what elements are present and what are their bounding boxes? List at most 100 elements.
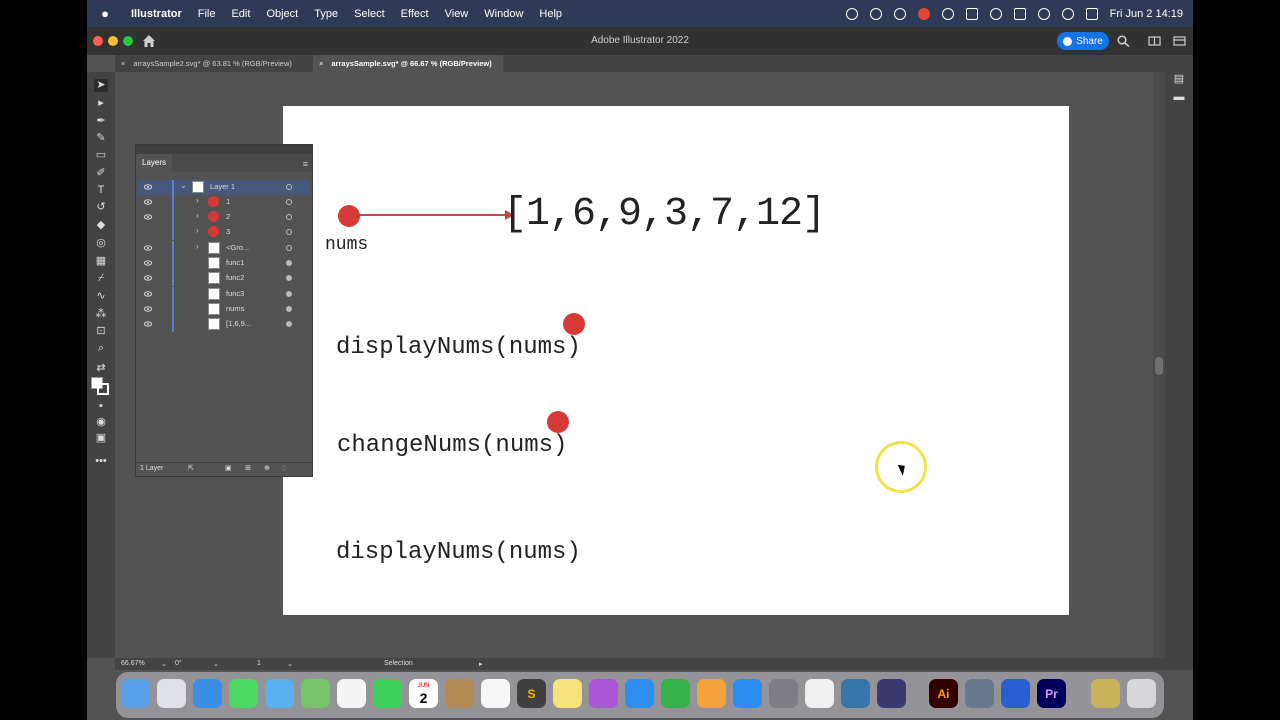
- chevron-right-icon[interactable]: ›: [196, 226, 199, 235]
- visibility-eye-icon[interactable]: [143, 320, 153, 328]
- visibility-eye-icon[interactable]: [143, 259, 153, 267]
- artboard-number[interactable]: 1: [257, 660, 261, 667]
- swap-fill-stroke-icon[interactable]: ⇄: [94, 362, 108, 375]
- layer-row-layer1[interactable]: ⌄ Layer 1: [138, 180, 310, 195]
- draw-mode-icon[interactable]: ◉: [94, 416, 108, 429]
- layer-row-1[interactable]: › 1: [138, 195, 310, 210]
- menu-view[interactable]: View: [437, 8, 477, 20]
- func2-text[interactable]: changeNums(nums): [337, 432, 567, 459]
- system-settings-icon[interactable]: [769, 679, 798, 708]
- keynote-icon[interactable]: [625, 679, 654, 708]
- rotate-tool-icon[interactable]: ↺: [94, 201, 108, 214]
- blend-tool-icon[interactable]: ∿: [94, 290, 108, 303]
- vertical-scrollbar[interactable]: [1153, 72, 1165, 658]
- curvature-tool-icon[interactable]: ✎: [94, 132, 108, 145]
- sublayer-name[interactable]: 2: [226, 212, 230, 221]
- paintbrush-tool-icon[interactable]: ✐: [94, 167, 108, 180]
- func1-param-dot[interactable]: [563, 313, 585, 335]
- panel-menu-icon[interactable]: ≡: [303, 159, 308, 169]
- more-tools-icon[interactable]: •••: [94, 455, 108, 468]
- tab-arrayssample[interactable]: × arraysSample.svg* @ 66.67 % (RGB/Previ…: [313, 55, 503, 72]
- chevron-right-icon[interactable]: ›: [196, 242, 199, 251]
- share-button[interactable]: Share: [1057, 32, 1109, 50]
- chevron-right-icon[interactable]: ›: [196, 196, 199, 205]
- input-source-icon[interactable]: [965, 7, 978, 20]
- status-menu-arrow-icon[interactable]: ▸: [479, 660, 483, 668]
- layer-row-func3[interactable]: func3: [138, 287, 310, 302]
- new-sublayer-icon[interactable]: ⊞: [245, 464, 251, 472]
- target-circle-icon[interactable]: [286, 214, 292, 220]
- target-circle-icon[interactable]: [286, 291, 292, 297]
- menu-window[interactable]: Window: [476, 8, 531, 20]
- direct-selection-tool-icon[interactable]: ▸: [94, 97, 108, 110]
- visibility-eye-icon[interactable]: [143, 183, 153, 191]
- target-circle-icon[interactable]: [286, 229, 292, 235]
- menu-help[interactable]: Help: [531, 8, 570, 20]
- preview-icon[interactable]: [965, 679, 994, 708]
- selection-tool-icon[interactable]: ➤: [94, 79, 108, 92]
- podcasts-icon[interactable]: [589, 679, 618, 708]
- vscode-icon[interactable]: [1001, 679, 1030, 708]
- vertical-scroll-thumb[interactable]: [1155, 357, 1163, 375]
- panel-grip[interactable]: [136, 145, 312, 154]
- menu-effect[interactable]: Effect: [393, 8, 437, 20]
- properties-icon[interactable]: ▤: [1172, 73, 1186, 86]
- sublime-text-icon[interactable]: S: [517, 679, 546, 708]
- zoom-tool-icon[interactable]: ⌕: [94, 342, 108, 355]
- layer-row-2[interactable]: › 2: [138, 210, 310, 225]
- moon-icon[interactable]: [941, 7, 954, 20]
- zoom-dropdown-icon[interactable]: ⌄: [161, 660, 167, 668]
- nums-label[interactable]: nums: [325, 235, 368, 255]
- facetime-icon[interactable]: [373, 679, 402, 708]
- numbers-icon[interactable]: [661, 679, 690, 708]
- sublayer-name[interactable]: [1,6,9...: [226, 319, 251, 328]
- func3-text[interactable]: displayNums(nums): [336, 539, 581, 566]
- photos-icon[interactable]: [337, 679, 366, 708]
- premiere-pro-icon[interactable]: Pr: [1037, 679, 1066, 708]
- visibility-eye-icon[interactable]: [143, 213, 153, 221]
- target-circle-icon[interactable]: [286, 321, 292, 327]
- zoom-level[interactable]: 66.67%: [121, 660, 145, 667]
- clock[interactable]: Fri Jun 2 14:19: [1110, 8, 1183, 20]
- visibility-eye-icon[interactable]: [143, 198, 153, 206]
- menu-object[interactable]: Object: [258, 8, 306, 20]
- new-layer-icon[interactable]: ⊕: [264, 464, 270, 472]
- finder-icon[interactable]: [121, 679, 150, 708]
- tab-close-icon[interactable]: ×: [121, 59, 125, 68]
- func2-param-dot[interactable]: [547, 411, 569, 433]
- layer-name[interactable]: Layer 1: [210, 182, 235, 191]
- sublayer-name[interactable]: 1: [226, 197, 230, 206]
- array-literal-text[interactable]: [1,6,9,3,7,12]: [503, 192, 826, 237]
- reference-arrow[interactable]: [359, 214, 507, 216]
- symbol-sprayer-tool-icon[interactable]: ⁂: [94, 308, 108, 321]
- target-circle-icon[interactable]: [286, 260, 292, 266]
- menu-select[interactable]: Select: [346, 8, 393, 20]
- gradient-tool-icon[interactable]: ▦: [94, 255, 108, 268]
- app-store-icon[interactable]: [733, 679, 762, 708]
- screen-mode-icon[interactable]: ▣: [94, 432, 108, 445]
- launchpad-icon[interactable]: [157, 679, 186, 708]
- contacts-icon[interactable]: [445, 679, 474, 708]
- artboard-tool-icon[interactable]: ⊡: [94, 325, 108, 338]
- chevron-right-icon[interactable]: ›: [196, 211, 199, 220]
- sublayer-name[interactable]: func2: [226, 273, 244, 282]
- creative-cloud-icon[interactable]: [893, 7, 906, 20]
- pages-icon[interactable]: [697, 679, 726, 708]
- nums-reference-dot[interactable]: [338, 205, 360, 227]
- export-icon[interactable]: ⇱: [188, 464, 194, 472]
- arrange-documents-icon[interactable]: [1148, 35, 1161, 47]
- app-menu[interactable]: Illustrator: [123, 8, 190, 20]
- tab-layers[interactable]: Layers: [136, 154, 173, 172]
- stroke-swatch[interactable]: [97, 383, 109, 395]
- mail-icon[interactable]: [265, 679, 294, 708]
- tab-close-icon[interactable]: ×: [319, 59, 323, 68]
- reminders-icon[interactable]: [481, 679, 510, 708]
- calendar-icon[interactable]: JUN 2: [409, 679, 438, 708]
- layer-row-nums[interactable]: nums: [138, 302, 310, 317]
- sublayer-name[interactable]: nums: [226, 304, 244, 313]
- visibility-eye-icon[interactable]: [143, 244, 153, 252]
- layer-row-array[interactable]: [1,6,9...: [138, 317, 310, 332]
- sublayer-name[interactable]: func1: [226, 258, 244, 267]
- target-circle-icon[interactable]: [286, 275, 292, 281]
- messages-icon[interactable]: [229, 679, 258, 708]
